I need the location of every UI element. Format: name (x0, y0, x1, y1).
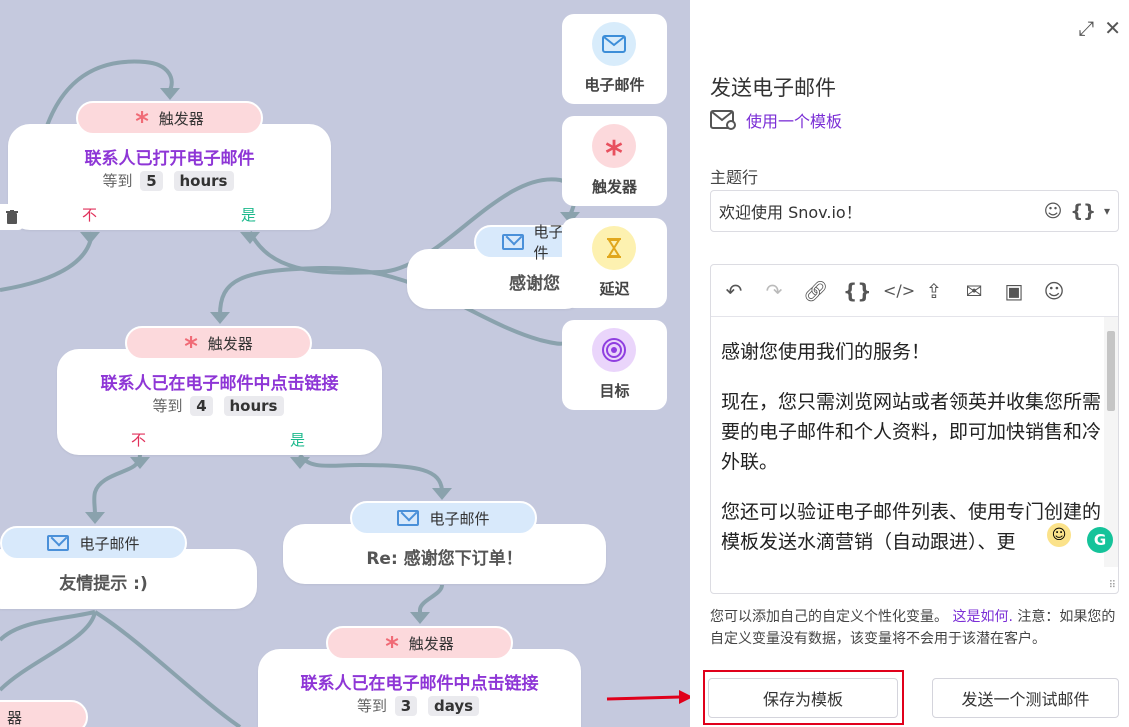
asterisk-icon: * (385, 632, 399, 662)
email-tag: 电子邮件 (350, 501, 537, 535)
trigger-node-clicked-link-2[interactable]: 联系人已在电子邮件中点击链接 等到 3 days (258, 649, 581, 727)
emoji-icon[interactable]: ☺ (1043, 279, 1065, 303)
asterisk-icon: * (184, 332, 198, 362)
tag-label: 触发器 (158, 109, 204, 128)
code-icon[interactable]: </> (883, 281, 915, 300)
subject-value: 欢迎使用 Snov.io！ (719, 203, 862, 222)
wait-number: 5 (140, 171, 163, 191)
editor-content[interactable]: 感谢您使用我们的服务！ 现在，您只需浏览网站或者领英并收集您所需要的电子邮件和个… (721, 317, 1103, 565)
annotation-arrow (606, 690, 690, 704)
tag-label: 电子邮件 (79, 534, 140, 553)
panel-title: 发送电子邮件 (710, 76, 836, 100)
template-link-label: 使用一个模板 (746, 112, 843, 131)
wait-prefix: 等到 (356, 697, 387, 715)
asterisk-icon: * (135, 107, 149, 137)
tag-label: 触发器 (408, 634, 454, 653)
trigger-tag: * 触发器 (125, 326, 312, 360)
workflow-canvas[interactable]: 联系人已打开电子邮件 等到 5 hours 不 是 * 触发器 感谢您 电子邮件… (0, 0, 690, 727)
branch-yes-label: 是 (290, 431, 306, 449)
resize-handle-icon[interactable]: ⠿ (1109, 580, 1116, 591)
send-test-email-button[interactable]: 发送一个测试邮件 (932, 678, 1119, 718)
chevron-down-icon[interactable]: ▾ (1104, 204, 1110, 218)
palette-trigger[interactable]: * 触发器 (562, 116, 667, 206)
email-body-editor[interactable]: ↶ ↷ 🔗︎ {} </> ⇪ ✉ ▣ ☺ 感谢您使用我们的服务！ 现在，您只需… (710, 264, 1119, 594)
branch-yes-label: 是 (241, 206, 257, 224)
branch-no-label: 不 (131, 431, 147, 449)
wait-unit: hours (223, 396, 284, 416)
wait-number: 4 (190, 396, 213, 416)
trigger-node-opened-email[interactable]: 联系人已打开电子邮件 等到 5 hours 不 是 (8, 124, 331, 230)
envelope-icon (502, 234, 524, 250)
scroll-thumb[interactable] (1107, 331, 1115, 411)
use-template-link[interactable]: 使用一个模板 (710, 108, 842, 132)
how-to-link[interactable]: 这是如何. (952, 609, 1012, 625)
unsubscribe-mail-icon[interactable]: ✉ (963, 279, 985, 303)
palette-email[interactable]: 电子邮件 (562, 14, 667, 104)
palette-label: 延迟 (599, 280, 630, 298)
wait-prefix: 等到 (152, 397, 183, 415)
wait-condition: 等到 3 days (258, 695, 581, 716)
email-subject: Re: 感谢您下订单！ (366, 549, 523, 569)
email-subject: 友情提示 :) (59, 574, 148, 594)
undo-icon[interactable]: ↶ (723, 279, 745, 303)
hourglass-icon (592, 226, 636, 270)
envelope-icon (397, 510, 420, 526)
wait-prefix: 等到 (102, 172, 133, 190)
subject-label: 主题行 (710, 168, 759, 187)
wait-unit: hours (173, 171, 234, 191)
variables-note: 您可以添加自己的自定义个性化变量。 这是如何. 注意：如果您的自定义变量没有数据… (710, 606, 1120, 650)
node-title: 联系人已打开电子邮件 (84, 149, 255, 169)
subject-field[interactable]: 欢迎使用 Snov.io！ ☺ {} ▾ (710, 190, 1119, 232)
palette-label: 目标 (599, 382, 630, 400)
emoji-face-icon: ☺ (1047, 523, 1071, 547)
branch-no-label: 不 (82, 206, 98, 224)
body-paragraph: 现在，您只需浏览网站或者领英并收集您所需要的电子邮件和个人资料，即可加快销售和冷… (721, 391, 1102, 473)
template-envelope-icon (710, 110, 736, 130)
trigger-tag: * 触发器 (76, 101, 263, 135)
email-tag: 电子邮件 (0, 526, 187, 560)
emoji-icon[interactable]: ☺ (1044, 201, 1063, 222)
body-paragraph: 感谢您使用我们的服务！ (721, 341, 931, 363)
link-icon[interactable]: 🔗︎ (803, 279, 828, 303)
wait-number: 3 (394, 696, 418, 716)
trigger-tag: * 触发器 (326, 626, 513, 660)
wait-condition: 等到 4 hours (57, 395, 382, 416)
grammarly-icon[interactable]: G (1087, 527, 1113, 553)
close-icon[interactable]: ✕ (1104, 16, 1121, 40)
annotation-highlight-box (703, 670, 904, 725)
variables-icon[interactable]: {} (1070, 201, 1096, 222)
node-title: 联系人已在电子邮件中点击链接 (100, 374, 339, 394)
tag-label: 触发器 (207, 334, 253, 353)
palette-label: 电子邮件 (584, 76, 645, 94)
expand-icon[interactable]: ⤢ (1078, 16, 1094, 40)
envelope-icon (47, 535, 70, 551)
wait-unit: days (427, 696, 480, 716)
tag-label: 电子邮件 (429, 509, 490, 528)
email-settings-panel: ⤢ ✕ 发送电子邮件 使用一个模板 主题行 欢迎使用 Snov.io！ ☺ {}… (690, 0, 1129, 727)
email-subject: 感谢您 (509, 274, 560, 294)
body-paragraph: 您还可以验证电子邮件列表、使用专门创建的模板发送水滴营销（自动跟进）、更 (721, 501, 1102, 553)
trigger-tag-partial: 器 (0, 700, 88, 727)
note-text: 您可以添加自己的自定义个性化变量。 (710, 609, 948, 625)
video-icon[interactable]: ▣ (1003, 279, 1025, 303)
redo-icon[interactable]: ↷ (763, 279, 785, 303)
trigger-node-clicked-link[interactable]: 联系人已在电子邮件中点击链接 等到 4 hours 不 是 (57, 349, 382, 455)
node-title: 联系人已在电子邮件中点击链接 (300, 674, 539, 694)
variables-icon[interactable]: {} (843, 279, 871, 303)
editor-toolbar: ↶ ↷ 🔗︎ {} </> ⇪ ✉ ▣ ☺ (711, 265, 1118, 317)
trash-icon[interactable] (0, 204, 24, 230)
file-upload-icon[interactable]: ⇪ (923, 279, 945, 303)
palette-label: 触发器 (591, 178, 637, 196)
envelope-icon (592, 22, 636, 66)
wait-condition: 等到 5 hours (8, 170, 331, 191)
palette-goal[interactable]: 目标 (562, 320, 667, 410)
target-icon (592, 328, 636, 372)
tag-label: 器 (6, 708, 22, 727)
palette-delay[interactable]: 延迟 (562, 218, 667, 308)
asterisk-icon: * (592, 124, 636, 171)
